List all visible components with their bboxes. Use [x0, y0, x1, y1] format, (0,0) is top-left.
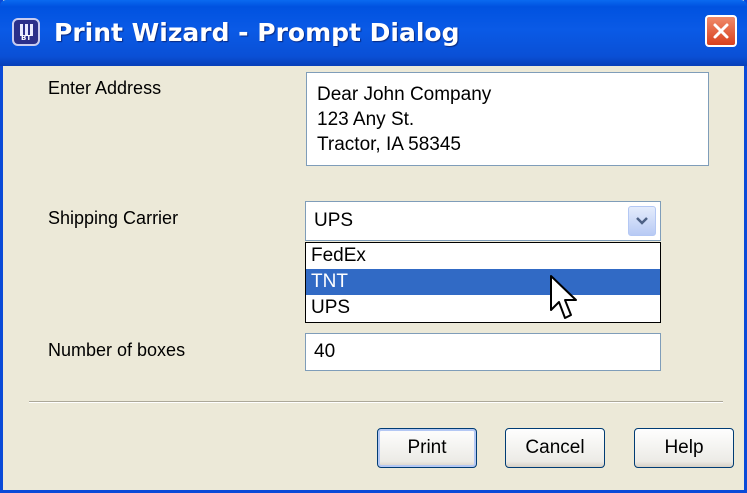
window-title: Print Wizard - Prompt Dialog: [54, 18, 460, 47]
address-line: Dear John Company: [317, 84, 492, 105]
address-label: Enter Address: [48, 78, 162, 98]
shipping-carrier-select[interactable]: UPS: [305, 201, 661, 241]
close-button[interactable]: [705, 15, 737, 47]
address-line: 123 Any St.: [317, 109, 415, 130]
option-ups[interactable]: UPS: [306, 295, 660, 321]
address-line: Tractor, IA 58345: [317, 134, 461, 155]
number-of-boxes-label: Number of boxes: [48, 340, 186, 360]
print-button[interactable]: Print: [377, 428, 477, 468]
number-of-boxes-input[interactable]: 40: [305, 333, 661, 371]
option-tnt[interactable]: TNT: [306, 269, 660, 295]
app-icon: BT: [12, 18, 40, 46]
print-wizard-dialog: BT Print Wizard - Prompt Dialog Enter Ad…: [0, 0, 747, 493]
title-bar[interactable]: BT Print Wizard - Prompt Dialog: [0, 0, 747, 66]
shipping-carrier-label: Shipping Carrier: [48, 208, 179, 228]
carrier-options-list: FedEx TNT UPS: [305, 242, 661, 323]
close-icon: [713, 23, 729, 39]
address-textarea[interactable]: Dear John Company 123 Any St. Tractor, I…: [306, 72, 709, 166]
mouse-cursor-icon: [550, 275, 577, 319]
option-fedex[interactable]: FedEx: [306, 243, 660, 269]
dropdown-button[interactable]: [628, 206, 656, 236]
cancel-button[interactable]: Cancel: [505, 428, 605, 468]
shipping-carrier-value: UPS: [314, 210, 354, 231]
chevron-down-icon: [636, 217, 648, 225]
help-button[interactable]: Help: [634, 428, 734, 468]
divider: [29, 401, 723, 403]
